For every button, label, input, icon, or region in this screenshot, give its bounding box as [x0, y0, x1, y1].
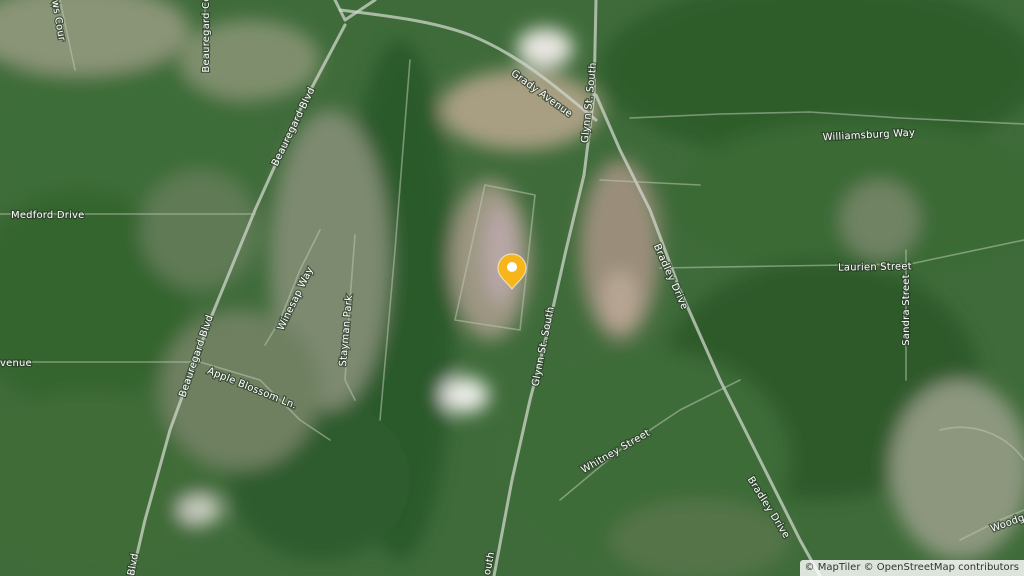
map-view[interactable]: Grady Avenue Glynn St. South Glynn St. S…: [0, 0, 1024, 576]
map-attribution[interactable]: © MapTiler © OpenStreetMap contributors: [799, 560, 1024, 576]
map-pin-icon[interactable]: [0, 0, 1024, 576]
